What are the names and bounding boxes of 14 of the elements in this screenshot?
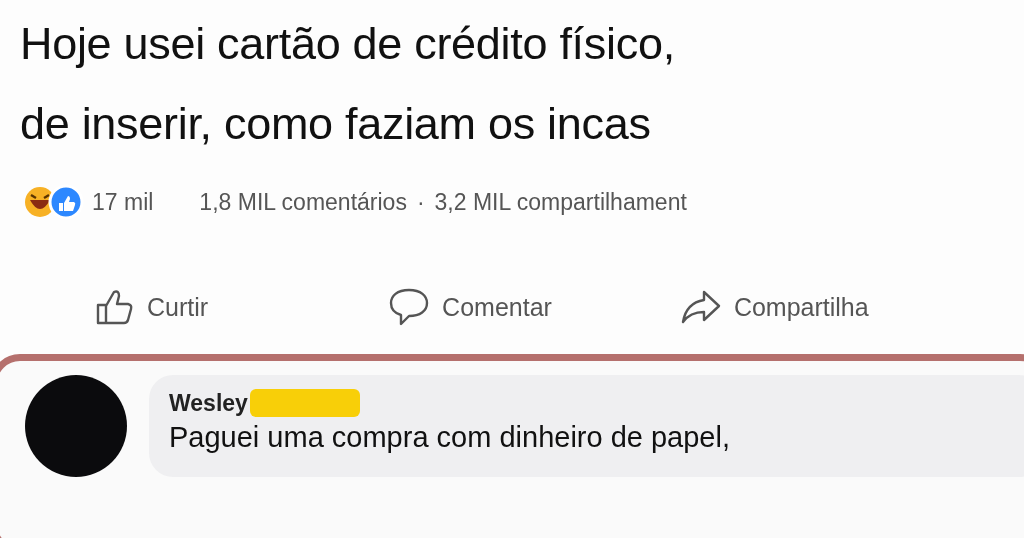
comment-count[interactable]: 1,8 MIL comentários	[199, 188, 407, 216]
thumbs-up-icon	[95, 288, 135, 326]
share-count[interactable]: 3,2 MIL compartilhament	[434, 188, 687, 216]
like-button[interactable]: Curtir	[95, 288, 209, 326]
reaction-count[interactable]: 17 mil	[92, 188, 154, 216]
comment-text: Paguei uma compra com dinheiro de papel,	[169, 421, 731, 454]
post-text-line: de inserir, como faziam os incas	[20, 97, 652, 151]
share-arrow-icon	[679, 289, 722, 325]
post-text-line: Hoje usei cartão de crédito físico,	[20, 17, 676, 71]
speech-bubble-icon	[388, 287, 431, 327]
comment-author[interactable]: Wesley	[169, 389, 248, 417]
comment-button[interactable]: Comentar	[388, 287, 552, 327]
share-button[interactable]: Compartilha	[679, 289, 869, 325]
separator-dot: ·	[416, 188, 425, 216]
